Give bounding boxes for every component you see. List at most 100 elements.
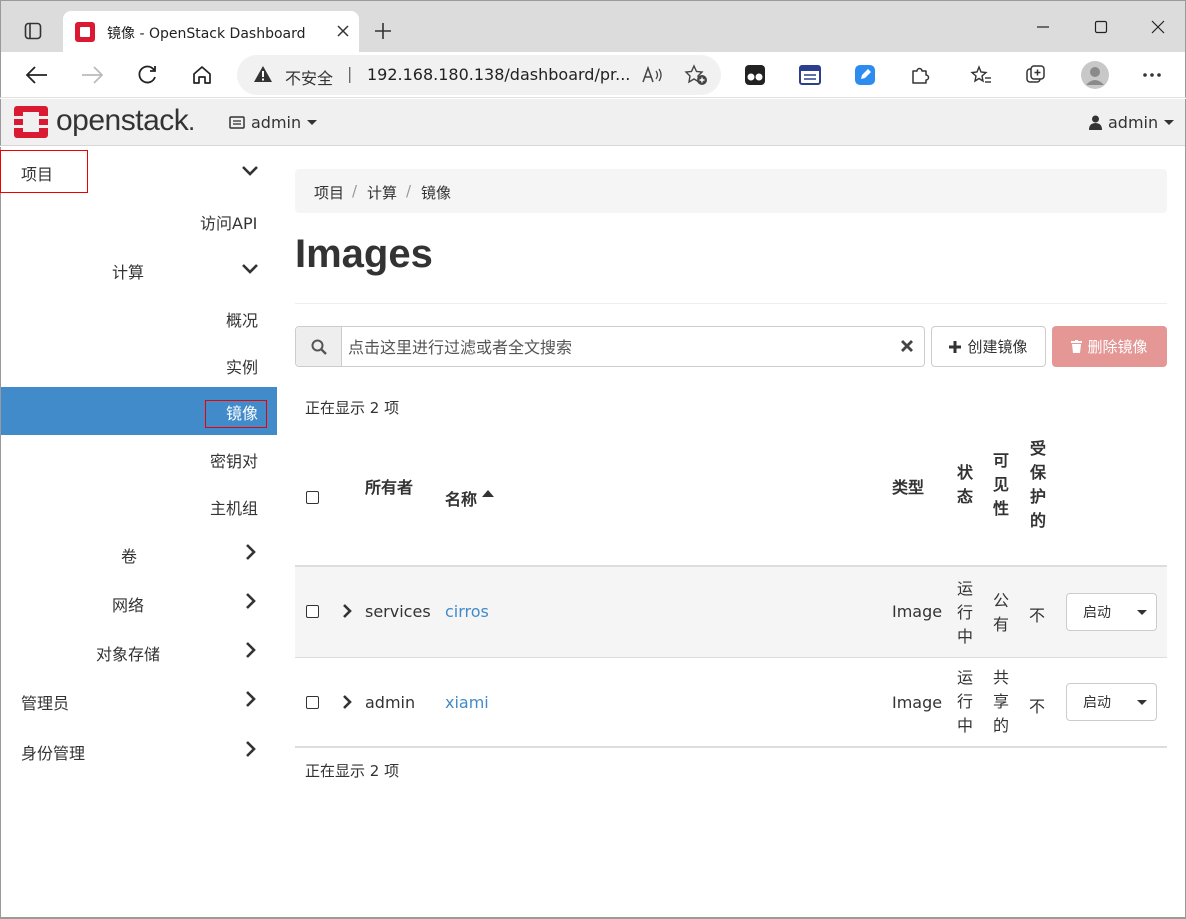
breadcrumb-item[interactable]: 计算 bbox=[367, 182, 397, 203]
visibility-char: 共 bbox=[992, 668, 1009, 687]
select-all-checkbox[interactable] bbox=[306, 491, 319, 504]
profile-avatar-icon[interactable] bbox=[1079, 59, 1111, 91]
caret-down-icon bbox=[1164, 120, 1175, 125]
header-char: 性 bbox=[992, 499, 1009, 518]
chevron-right-icon bbox=[246, 544, 256, 560]
sidebar-item-volumes[interactable]: 卷 bbox=[1, 529, 277, 577]
image-name-link[interactable]: xiami bbox=[445, 693, 489, 712]
sidebar-item-identity[interactable]: 身份管理 bbox=[1, 726, 277, 774]
sidebar-item-label: 管理员 bbox=[21, 694, 70, 713]
address-url[interactable]: 192.168.180.138/dashboard/pr... bbox=[367, 65, 630, 84]
sidebar-item-compute[interactable]: 计算 bbox=[1, 245, 277, 293]
delete-image-label: 删除镜像 bbox=[1087, 338, 1148, 356]
row-checkbox[interactable] bbox=[306, 696, 319, 709]
sidebar-item-admin[interactable]: 管理员 bbox=[1, 676, 277, 724]
project-list-icon bbox=[229, 116, 245, 129]
chevron-down-icon bbox=[242, 264, 258, 274]
sidebar-item-key-pairs[interactable]: 密钥对 bbox=[1, 434, 277, 482]
project-dropdown-label: admin bbox=[251, 113, 302, 132]
expand-row-chevron-icon[interactable] bbox=[341, 603, 353, 619]
row-actions-dropdown[interactable] bbox=[1127, 593, 1157, 631]
sidebar-item-overview[interactable]: 概况 bbox=[1, 293, 277, 341]
extension-tampermonkey-icon[interactable] bbox=[739, 59, 771, 91]
warning-icon[interactable] bbox=[253, 65, 273, 87]
read-aloud-icon[interactable] bbox=[639, 63, 665, 87]
address-separator: | bbox=[347, 64, 353, 83]
sidebar-item-label: 对象存储 bbox=[96, 645, 161, 664]
column-header-protected[interactable]: 受 保 护 的 bbox=[1029, 437, 1047, 533]
status-char: 行 bbox=[956, 603, 973, 622]
sidebar-item-server-groups[interactable]: 主机组 bbox=[1, 481, 277, 529]
sidebar-item-object-store[interactable]: 对象存储 bbox=[1, 627, 277, 675]
visibility-char: 公 bbox=[992, 591, 1009, 610]
column-header-name[interactable]: 名称 bbox=[445, 486, 477, 510]
reload-icon[interactable] bbox=[131, 59, 163, 91]
collections-icon[interactable] bbox=[1020, 59, 1052, 91]
column-header-type[interactable]: 类型 bbox=[892, 474, 924, 498]
breadcrumb-item[interactable]: 项目 bbox=[314, 182, 344, 203]
home-icon[interactable] bbox=[186, 59, 218, 91]
header-char: 护 bbox=[1029, 487, 1046, 506]
close-tab-icon[interactable] bbox=[331, 19, 355, 43]
sidebar-item-network[interactable]: 网络 bbox=[1, 578, 277, 626]
address-bar[interactable]: 不安全 | 192.168.180.138/dashboard/pr... bbox=[237, 55, 721, 95]
new-tab-plus-icon[interactable] bbox=[369, 17, 397, 45]
trash-icon bbox=[1071, 340, 1083, 353]
extensions-puzzle-icon[interactable] bbox=[904, 59, 936, 91]
create-image-button[interactable]: 创建镜像 bbox=[931, 326, 1046, 367]
security-status[interactable]: 不安全 bbox=[285, 65, 333, 89]
maximize-icon[interactable] bbox=[1087, 13, 1115, 41]
favorites-icon[interactable] bbox=[965, 59, 997, 91]
openstack-logo[interactable]: openstack . bbox=[14, 104, 200, 138]
cell-status: 运 行 中 bbox=[956, 666, 974, 738]
chevron-right-icon bbox=[246, 593, 256, 609]
cell-protected: 不 bbox=[1029, 606, 1046, 625]
clear-search-icon[interactable] bbox=[899, 338, 915, 354]
cell-status: 运 行 中 bbox=[956, 577, 974, 649]
user-icon bbox=[1089, 115, 1102, 130]
chevron-right-icon bbox=[246, 691, 256, 707]
tab-actions-icon[interactable] bbox=[15, 15, 51, 47]
forward-arrow-icon[interactable] bbox=[76, 59, 108, 91]
browser-tab-active[interactable]: 镜像 - OpenStack Dashboard bbox=[63, 11, 359, 53]
visibility-char: 的 bbox=[992, 716, 1009, 735]
sidebar-item-instances[interactable]: 实例 bbox=[1, 340, 277, 388]
more-menu-icon[interactable] bbox=[1136, 59, 1168, 91]
chevron-down-icon bbox=[242, 166, 258, 176]
row-actions-dropdown[interactable] bbox=[1127, 683, 1157, 721]
column-header-owner[interactable]: 所有者 bbox=[365, 474, 413, 498]
search-input[interactable] bbox=[348, 335, 888, 359]
search-icon[interactable] bbox=[296, 327, 342, 366]
expand-row-chevron-icon[interactable] bbox=[341, 694, 353, 710]
openstack-favicon-icon bbox=[75, 22, 95, 42]
image-name-link[interactable]: cirros bbox=[445, 602, 489, 621]
chevron-right-icon bbox=[246, 741, 256, 757]
cell-type: Image bbox=[892, 693, 943, 712]
launch-button[interactable]: 启动 bbox=[1066, 593, 1128, 631]
status-char: 运 bbox=[956, 579, 973, 598]
cell-protected: 不 bbox=[1029, 697, 1046, 716]
back-arrow-icon[interactable] bbox=[21, 59, 53, 91]
column-header-visibility[interactable]: 可 见 性 bbox=[992, 449, 1010, 521]
header-char: 的 bbox=[1029, 511, 1046, 530]
sidebar-item-label: 计算 bbox=[112, 263, 145, 282]
cell-owner: admin bbox=[365, 693, 416, 712]
project-dropdown[interactable]: admin bbox=[229, 113, 318, 132]
sort-ascending-icon[interactable] bbox=[482, 489, 494, 497]
minimize-icon[interactable] bbox=[1029, 13, 1057, 41]
column-header-status[interactable]: 状 态 bbox=[956, 461, 974, 509]
close-window-icon[interactable] bbox=[1144, 13, 1172, 41]
breadcrumb-separator: / bbox=[352, 182, 358, 200]
add-favorite-icon[interactable] bbox=[683, 63, 709, 87]
chevron-right-icon bbox=[246, 642, 256, 658]
sidebar-item-api-access[interactable]: 访问API bbox=[1, 196, 277, 244]
row-checkbox[interactable] bbox=[306, 605, 319, 618]
sidebar-item-label: 身份管理 bbox=[21, 744, 86, 763]
launch-button[interactable]: 启动 bbox=[1066, 683, 1128, 721]
tab-title: 镜像 - OpenStack Dashboard bbox=[107, 26, 306, 42]
extension-edit-icon[interactable] bbox=[849, 59, 881, 91]
extension-reader-icon[interactable] bbox=[794, 59, 826, 91]
user-dropdown[interactable]: admin bbox=[1089, 113, 1175, 132]
sidebar: 项目 访问API 计算 概况 实例 镜像 密钥对 主机组 卷 网络 对象存储 管… bbox=[0, 147, 277, 919]
delete-image-button[interactable]: 删除镜像 bbox=[1052, 326, 1167, 367]
